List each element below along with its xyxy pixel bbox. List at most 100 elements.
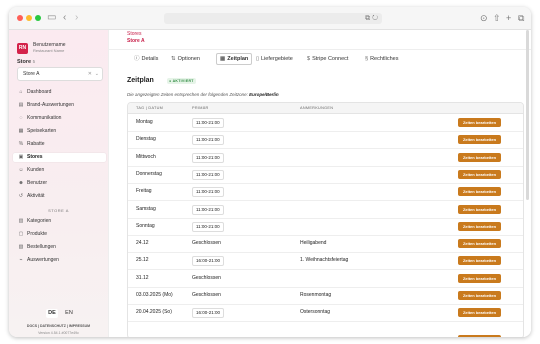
- map-icon: ▯: [256, 56, 260, 62]
- time-range: 16:00-21:00: [192, 308, 225, 319]
- table-row: 24.12 Geschlossen Heiligabend Zeiten bearbe…: [128, 235, 523, 254]
- tabs-overview-icon[interactable]: ⧉: [518, 12, 524, 24]
- zoom-window-button[interactable]: [35, 15, 41, 21]
- sidebar-item-brand-auswertungen[interactable]: ▤ Brand-Auswertungen: [13, 101, 106, 110]
- table-row: Samstag 11:00-21:00 Zeiten bearbeiten: [128, 201, 523, 219]
- minimize-window-button[interactable]: [26, 15, 32, 21]
- edit-times-button[interactable]: Zeiten bearbeiten: [458, 152, 501, 162]
- download-icon[interactable]: ⊙: [480, 12, 488, 24]
- store-label: Store 5: [17, 59, 36, 65]
- tab-rechtliches[interactable]: § Rechtliches: [365, 54, 399, 64]
- sidebar-item-kategorien[interactable]: ▥ Kategorien: [13, 217, 106, 226]
- time-range: 11:00-21:00: [192, 152, 224, 163]
- edit-times-button[interactable]: Zeiten bearbeiten: [458, 204, 501, 214]
- edit-times-button[interactable]: Zeiten bearbeiten: [458, 308, 501, 318]
- status-badge: ● AKTIVIERT: [167, 78, 196, 84]
- dashboard-icon: ⌂: [19, 89, 23, 95]
- sidebar-item-kunden[interactable]: ☺ Kunden: [13, 166, 106, 175]
- sidebar-item-auswertungen[interactable]: ⌁ Auswertungen: [13, 256, 106, 265]
- sidebar-item-rabatte[interactable]: % Rabatte: [13, 140, 106, 149]
- breadcrumb[interactable]: Stores: [127, 31, 141, 37]
- tab-optionen[interactable]: ⇅ Optionen: [171, 54, 200, 64]
- table-row: Zeiten bearbeiten: [128, 322, 523, 337]
- edit-times-button[interactable]: Zeiten bearbeiten: [458, 273, 501, 283]
- menu-book-icon: ▦: [18, 128, 24, 134]
- store-section-label: STORE A: [48, 208, 69, 213]
- column-header-primary: PRIMÄR: [192, 106, 209, 110]
- clear-icon[interactable]: ✕: [88, 68, 92, 80]
- table-row: Donnerstag 11:00-21:00 Zeiten bearbeiten: [128, 166, 523, 184]
- restaurant-name: Restaurant Name: [33, 48, 65, 53]
- schedule-table: TAG | DATUM PRIMÄR ANMERKUNGEN Montag 11:…: [127, 102, 524, 337]
- day-cell: Dienstag: [136, 136, 156, 143]
- sidebar-item-kommunikation[interactable]: ◌ Kommunikation: [13, 114, 106, 123]
- edit-times-button[interactable]: Zeiten bearbeiten: [458, 239, 501, 249]
- tab-zeitplan[interactable]: ▦ Zeitplan: [216, 53, 253, 65]
- dollar-icon: $: [307, 56, 311, 62]
- language-en-button[interactable]: EN: [63, 309, 75, 318]
- sidebar-icon[interactable]: ▭: [47, 12, 56, 24]
- share-icon[interactable]: ⇧: [493, 12, 501, 24]
- day-cell: 24.12: [136, 240, 149, 247]
- day-cell: 03.03.2025 (Mo): [136, 292, 173, 298]
- sidebar-item-benutzer[interactable]: ☻ Benutzer: [13, 179, 106, 188]
- closed-label: Geschlossen: [192, 292, 221, 298]
- store-icon: ▣: [18, 154, 24, 160]
- note-cell: Heiligabend: [300, 240, 327, 247]
- footer-links[interactable]: DOCS | DATENSCHUTZ | IMPRESSUM: [9, 324, 108, 328]
- edit-times-button[interactable]: Zeiten bearbeiten: [458, 187, 501, 197]
- edit-times-button[interactable]: Zeiten bearbeiten: [458, 334, 501, 337]
- forward-icon[interactable]: ›: [75, 12, 78, 24]
- reader-icon[interactable]: ⧉ ↻: [365, 13, 378, 24]
- time-range: 11:00-21:00: [192, 221, 224, 232]
- day-cell: Montag: [136, 119, 153, 125]
- time-range: 11:00-21:00: [192, 204, 224, 215]
- day-cell: Mittwoch: [136, 153, 156, 160]
- language-de-button[interactable]: DE: [46, 309, 58, 318]
- orders-icon: ▧: [18, 244, 24, 250]
- tab-details[interactable]: ⓘ Details: [134, 54, 158, 64]
- browser-titlebar: ▭ ‹ › ⧉ ↻ ⊙ ⇧ + ⧉: [9, 7, 531, 30]
- sidebar-item-produkte[interactable]: ▢ Produkte: [13, 230, 106, 239]
- table-row: 31.12 Geschlossen Zeiten bearbeiten: [128, 270, 523, 288]
- edit-times-button[interactable]: Zeiten bearbeiten: [458, 256, 501, 266]
- edit-times-button[interactable]: Zeiten bearbeiten: [458, 169, 501, 179]
- edit-times-button[interactable]: Zeiten bearbeiten: [458, 118, 501, 127]
- sidebar-item-bestellungen[interactable]: ▧ Bestellungen: [13, 243, 106, 252]
- day-cell: Freitag: [136, 188, 152, 195]
- table-row: Freitag 11:00-21:00 Zeiten bearbeiten: [128, 183, 523, 202]
- paragraph-icon: §: [365, 56, 369, 62]
- sidebar-item-dashboard[interactable]: ⌂ Dashboard: [13, 88, 106, 97]
- table-row: 20.04.2025 (So) 16:00-21:00 Ostersonntag Ze…: [128, 304, 523, 323]
- time-range: 11:00-21:00: [192, 169, 224, 180]
- time-range: 11:00-21:00: [192, 187, 224, 198]
- store-select[interactable]: Store A ✕ ⌄: [17, 67, 103, 81]
- day-cell: 31.12: [136, 274, 149, 281]
- scrollbar[interactable]: [526, 30, 529, 200]
- app-version: Version 4.54.1 #0077e49c: [38, 331, 79, 335]
- time-range: 16:00-21:00: [192, 256, 225, 267]
- sidebar-item-speisekarten[interactable]: ▦ Speisekarten: [13, 127, 106, 136]
- edit-times-button[interactable]: Zeiten bearbeiten: [458, 221, 501, 231]
- back-icon[interactable]: ‹: [63, 12, 66, 24]
- calendar-icon: ▦: [220, 56, 226, 62]
- day-cell: 20.04.2025 (So): [136, 309, 172, 316]
- sidebar-item-aktivitaet[interactable]: ↺ Aktivität: [13, 192, 106, 201]
- tab-stripe-connect[interactable]: $ Stripe Connect: [307, 54, 348, 64]
- close-window-button[interactable]: [17, 15, 23, 21]
- edit-times-button[interactable]: Zeiten bearbeiten: [458, 135, 501, 145]
- new-tab-icon[interactable]: +: [506, 12, 511, 24]
- users-icon: ☻: [18, 180, 24, 186]
- sidebar-item-stores[interactable]: ▣ Stores: [13, 153, 106, 162]
- chevron-down-icon[interactable]: ⌄: [95, 68, 99, 80]
- edit-times-button[interactable]: Zeiten bearbeiten: [458, 291, 501, 300]
- address-bar[interactable]: ⧉ ↻: [164, 13, 382, 24]
- timezone-value: Europe/Berlin: [249, 92, 279, 97]
- schedule-heading: Zeitplan: [127, 77, 154, 84]
- table-row: Montag 11:00-21:00 Zeiten bearbeiten: [128, 114, 523, 132]
- closed-label: Geschlossen: [192, 240, 221, 247]
- tab-liefergebiete[interactable]: ▯ Liefergebiete: [256, 54, 293, 64]
- activity-icon: ↺: [18, 193, 24, 199]
- products-icon: ▢: [18, 231, 24, 237]
- day-cell: Samstag: [136, 205, 156, 212]
